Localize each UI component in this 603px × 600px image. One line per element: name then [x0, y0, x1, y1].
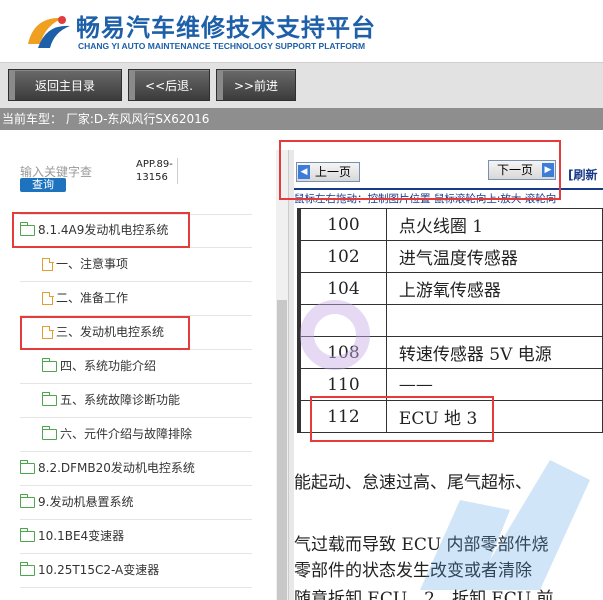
folder-icon — [19, 494, 35, 508]
doc-paragraph: 气过载而导致 ECU 内部零部件烧 — [294, 535, 549, 555]
pin-number: 100 — [300, 208, 387, 241]
highlight-box — [279, 140, 561, 200]
folder-icon — [41, 426, 57, 440]
folder-icon — [41, 392, 57, 406]
search-button[interactable]: 查询 — [20, 178, 66, 192]
forward-button[interactable]: >>前进 — [216, 69, 296, 101]
pin-number: 104 — [300, 272, 387, 305]
pin-name: 进气温度传感器 — [385, 240, 603, 273]
doc-paragraph: 随意拆卸 ECU。2．拆卸 ECU 前 — [294, 589, 554, 600]
brand-title: 畅易汽车维修技术支持平台 — [76, 14, 376, 42]
pin-number: 102 — [300, 240, 387, 273]
back-button[interactable]: <<后退. — [128, 69, 210, 101]
folder-icon — [19, 528, 35, 542]
tree-item[interactable]: 9.发动机悬置系统 — [19, 493, 134, 511]
refresh-button[interactable]: [刷新 — [568, 166, 598, 183]
highlight-box — [12, 212, 190, 248]
current-model-bar: 当前车型： 厂家:D-东风风行SX62016 — [0, 108, 603, 130]
document-icon — [42, 257, 54, 271]
table-row: 104 上游氧传感器 — [300, 272, 603, 305]
doc-paragraph: 零部件的状态发生改变或者清除 — [294, 561, 532, 581]
highlight-box — [20, 316, 190, 350]
folder-icon — [41, 358, 57, 372]
tree-item-label: 9.发动机悬置系统 — [38, 495, 134, 509]
folder-icon — [19, 460, 35, 474]
watermark-ring — [300, 300, 370, 370]
tree-item-label: 五、系统故障诊断功能 — [60, 393, 181, 407]
pin-name — [385, 304, 603, 337]
left-scrollbar-thumb[interactable] — [277, 300, 287, 600]
brand-subtitle: CHANG YI AUTO MAINTENANCE TECHNOLOGY SUP… — [78, 41, 366, 51]
tree-item[interactable]: 10.25T15C2-A变速器 — [19, 561, 160, 579]
tree-item-label: 一、注意事项 — [56, 257, 129, 271]
doc-paragraph: 能起动、怠速过高、尾气超标、 — [294, 473, 532, 493]
table-row: 100 点火线圈 1 — [300, 208, 603, 241]
home-button[interactable]: 返回主目录 — [8, 69, 122, 101]
tree-item-label: 8.2.DFMB20发动机电控系统 — [38, 461, 195, 475]
tree-item[interactable]: 10.1BE4变速器 — [19, 527, 125, 545]
tree-item-label: 四、系统功能介绍 — [60, 359, 157, 373]
tree-item[interactable]: 四、系统功能介绍 — [41, 357, 157, 375]
document-icon — [42, 291, 54, 305]
pin-name: 上游氧传感器 — [385, 272, 603, 305]
tree-item[interactable]: 五、系统故障诊断功能 — [41, 391, 181, 409]
toolbar: 返回主目录 <<后退. >>前进 — [0, 62, 603, 108]
table-row: 102 进气温度传感器 — [300, 240, 603, 273]
folder-icon — [19, 562, 35, 576]
pin-name: 点火线圈 1 — [385, 208, 603, 241]
tree-item[interactable]: 二、准备工作 — [42, 289, 128, 307]
tree-item-label: 10.1BE4变速器 — [38, 529, 125, 543]
app-version: APP.89-13156 — [136, 158, 178, 184]
tree-item-label: 二、准备工作 — [56, 291, 129, 305]
tree-item-label: 六、元件介绍与故障排除 — [60, 427, 193, 441]
tree-item[interactable]: 8.2.DFMB20发动机电控系统 — [19, 459, 195, 477]
pin-name: 转速传感器 5V 电源 — [385, 336, 603, 369]
tree-item[interactable]: 六、元件介绍与故障排除 — [41, 425, 193, 443]
logo-icon — [28, 16, 70, 48]
app-header: 畅易汽车维修技术支持平台 CHANG YI AUTO MAINTENANCE T… — [0, 0, 603, 62]
tree-item[interactable]: 一、注意事项 — [42, 255, 128, 273]
tree-item-label: 10.25T15C2-A变速器 — [38, 563, 160, 577]
highlight-box — [310, 396, 494, 442]
